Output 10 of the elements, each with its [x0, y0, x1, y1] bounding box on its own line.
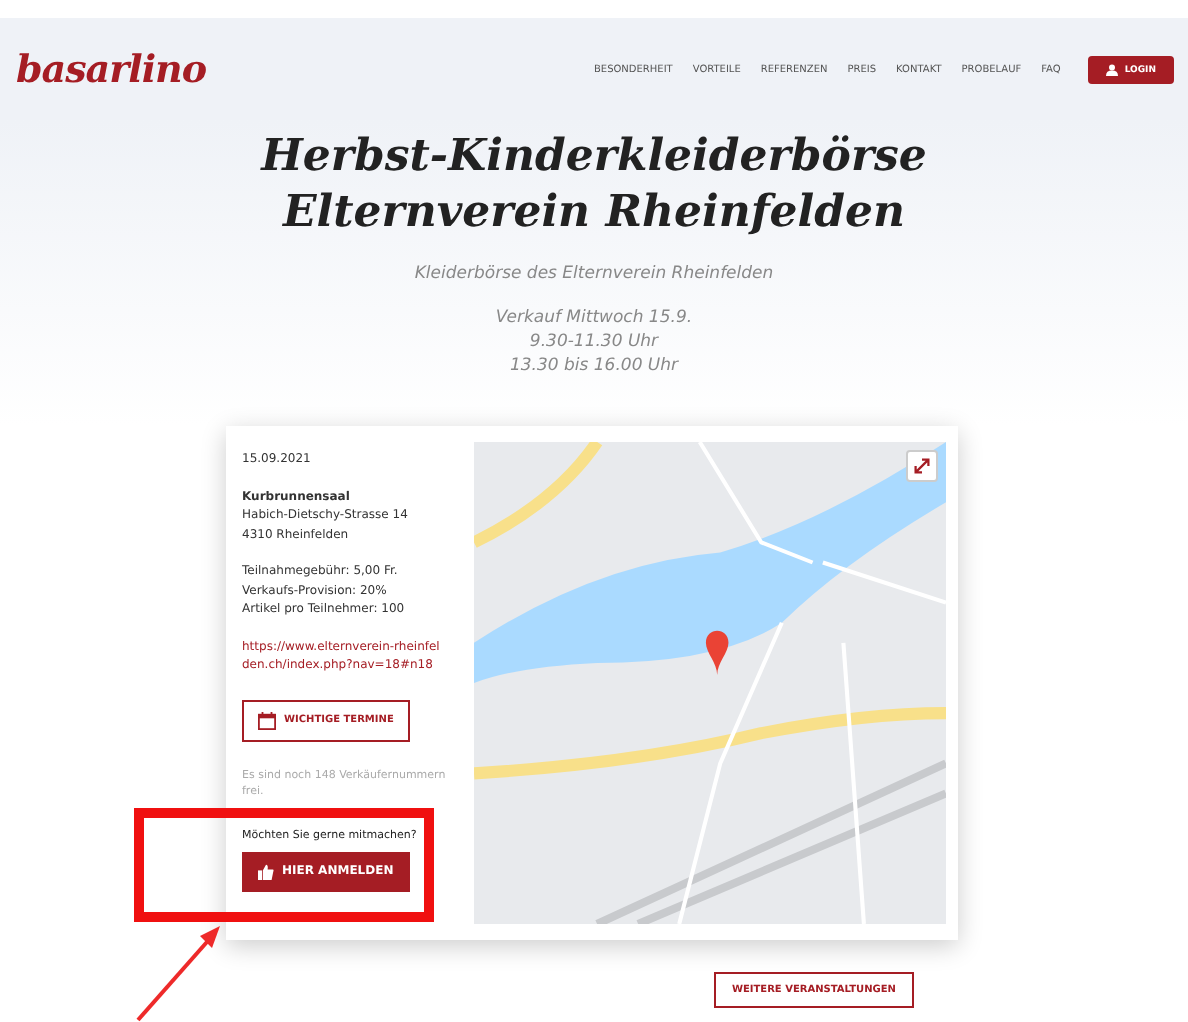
subtitle: Kleiderbörse des Elternverein Rheinfelden — [412, 264, 776, 284]
logo[interactable]: basarlino — [16, 48, 207, 92]
fullscreen-button[interactable] — [906, 450, 938, 482]
page-title: Herbst-Kinderkleiderbörse Elternverein Rheinfelden — [258, 128, 929, 240]
calendar-icon — [258, 711, 276, 729]
thumbs-up-icon — [258, 863, 274, 879]
sale-times: Verkauf Mittwoch 15.9. 9.30-11.30 Uhr 13.30 bis 16.00 Uhr — [493, 306, 695, 378]
user-icon — [1106, 64, 1119, 76]
expand-icon — [914, 458, 930, 474]
annotation-arrow — [134, 922, 224, 1022]
